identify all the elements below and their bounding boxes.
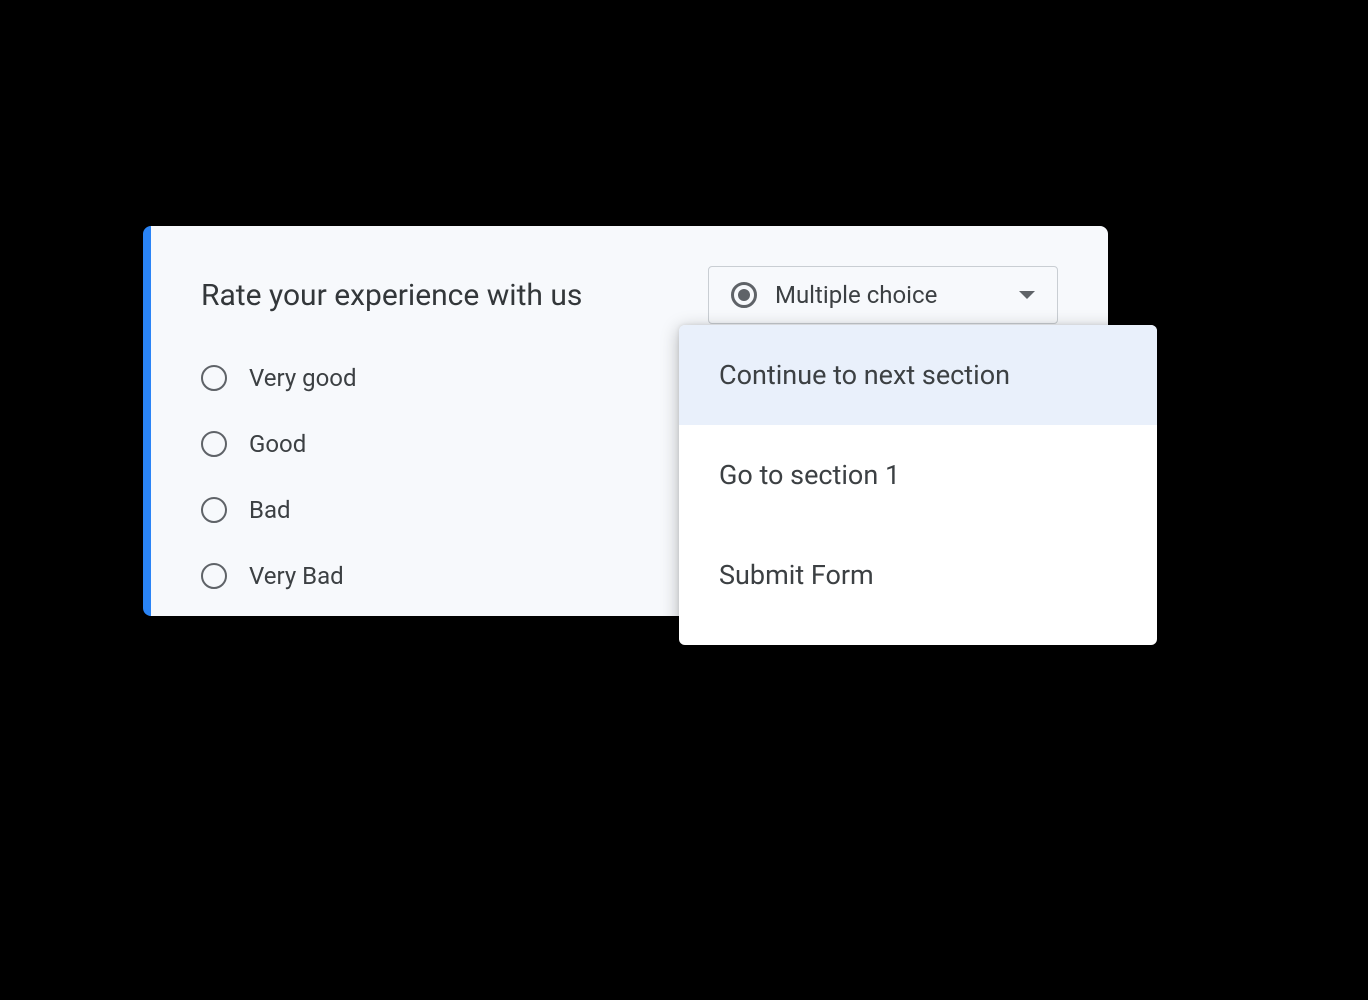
- radio-icon: [201, 563, 227, 589]
- option-label: Bad: [249, 496, 291, 524]
- chevron-down-icon: [1019, 291, 1035, 299]
- option-label: Very Bad: [249, 562, 344, 590]
- question-type-label: Multiple choice: [775, 281, 937, 309]
- radio-icon: [201, 365, 227, 391]
- radio-icon: [201, 497, 227, 523]
- option-label: Very good: [249, 364, 357, 392]
- radio-icon: [201, 431, 227, 457]
- menu-item-continue[interactable]: Continue to next section: [679, 325, 1157, 425]
- radio-dot-icon: [731, 282, 757, 308]
- navigation-dropdown: Continue to next section Go to section 1…: [679, 325, 1157, 645]
- card-header: Rate your experience with us Multiple ch…: [201, 266, 1058, 324]
- question-type-selector[interactable]: Multiple choice: [708, 266, 1058, 324]
- question-title[interactable]: Rate your experience with us: [201, 278, 668, 313]
- option-label: Good: [249, 430, 306, 458]
- menu-item-goto-section-1[interactable]: Go to section 1: [679, 425, 1157, 525]
- menu-item-submit-form[interactable]: Submit Form: [679, 525, 1157, 625]
